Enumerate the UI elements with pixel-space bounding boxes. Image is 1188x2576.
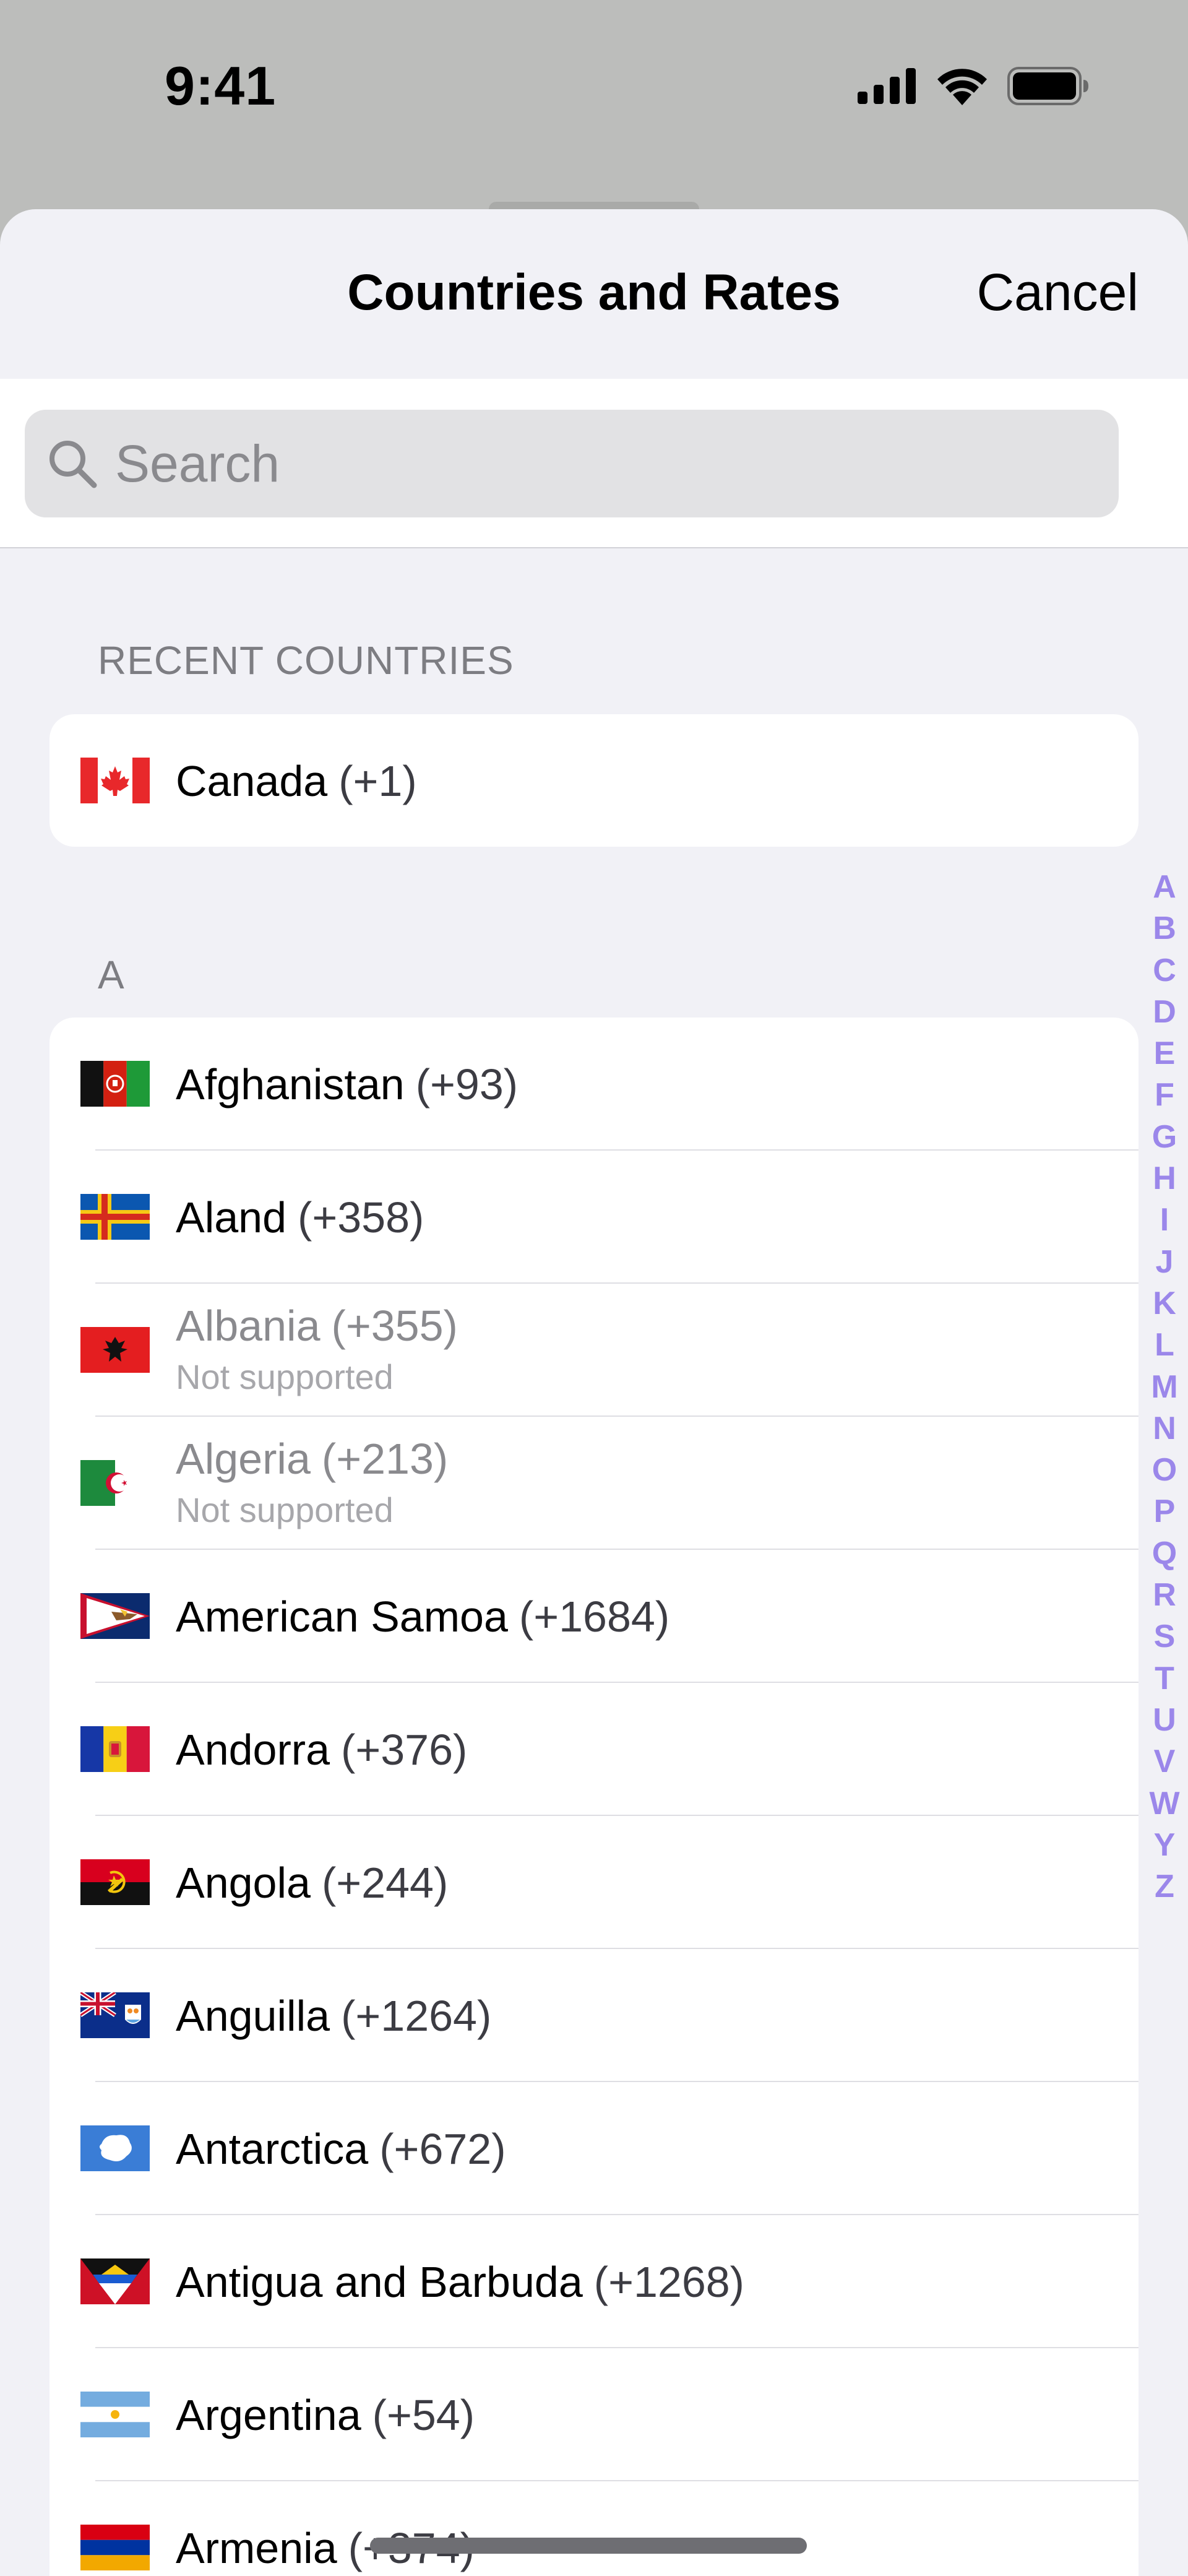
country-name: Antarctica bbox=[176, 2124, 369, 2173]
country-name: Andorra bbox=[176, 1725, 330, 1774]
nav-bar: Countries and Rates Cancel bbox=[0, 209, 1188, 379]
country-code: (+244) bbox=[321, 1858, 449, 1907]
status-bar: 9:41 bbox=[0, 0, 1188, 186]
index-letter-t[interactable]: T bbox=[1155, 1658, 1174, 1700]
country-name: Antigua and Barbuda bbox=[176, 2257, 583, 2306]
country-name: Canada bbox=[176, 756, 328, 805]
algeria-flag-icon bbox=[80, 1460, 150, 1506]
search-input[interactable] bbox=[114, 433, 1044, 495]
canada-flag-icon bbox=[80, 758, 150, 803]
list-item[interactable]: Albania (+355) Not supported bbox=[50, 1284, 1138, 1417]
country-code: (+1684) bbox=[519, 1592, 670, 1641]
index-letter-k[interactable]: K bbox=[1153, 1283, 1176, 1325]
index-letter-g[interactable]: G bbox=[1152, 1117, 1177, 1158]
index-letter-w[interactable]: W bbox=[1149, 1783, 1179, 1825]
country-name: Anguilla bbox=[176, 1991, 330, 2040]
country-code: (+1) bbox=[338, 756, 417, 805]
search-field[interactable] bbox=[25, 410, 1119, 517]
index-letter-a[interactable]: A bbox=[1153, 867, 1176, 908]
country-name: Aland bbox=[176, 1193, 287, 1242]
index-letter-i[interactable]: I bbox=[1160, 1199, 1169, 1241]
country-code: (+54) bbox=[372, 2390, 475, 2439]
country-code: (+376) bbox=[341, 1725, 468, 1774]
status-time: 9:41 bbox=[165, 55, 277, 116]
search-section bbox=[0, 379, 1188, 548]
index-letter-v[interactable]: V bbox=[1154, 1741, 1176, 1783]
country-name: Armenia bbox=[176, 2523, 337, 2572]
country-code: (+358) bbox=[298, 1193, 424, 1242]
list-item[interactable]: Angola (+244) bbox=[50, 1816, 1138, 1949]
recent-countries-list: Canada (+1) bbox=[50, 714, 1138, 847]
cancel-button[interactable]: Cancel bbox=[977, 262, 1138, 322]
index-letter-y[interactable]: Y bbox=[1154, 1825, 1176, 1866]
albania-flag-icon bbox=[80, 1327, 150, 1373]
index-letter-z[interactable]: Z bbox=[1155, 1866, 1174, 1908]
country-name: American Samoa bbox=[176, 1592, 508, 1641]
index-letter-n[interactable]: N bbox=[1153, 1408, 1176, 1450]
list-item[interactable]: Armenia (+374) bbox=[50, 2481, 1138, 2576]
antarctica-flag-icon bbox=[80, 2125, 150, 2171]
list-item[interactable]: Algeria (+213) Not supported bbox=[50, 1417, 1138, 1550]
search-icon bbox=[50, 441, 97, 488]
index-letter-s[interactable]: S bbox=[1154, 1616, 1176, 1658]
aland-flag-icon bbox=[80, 1194, 150, 1240]
afghanistan-flag-icon bbox=[80, 1061, 150, 1107]
section-header-recent: RECENT COUNTRIES bbox=[98, 638, 514, 683]
country-name: Algeria bbox=[176, 1435, 311, 1483]
index-letter-j[interactable]: J bbox=[1156, 1242, 1174, 1283]
index-letter-e[interactable]: E bbox=[1154, 1033, 1176, 1074]
battery-icon bbox=[1007, 67, 1088, 105]
section-header-a: A bbox=[98, 953, 125, 997]
index-letter-r[interactable]: R bbox=[1153, 1575, 1176, 1616]
index-letter-m[interactable]: M bbox=[1151, 1367, 1177, 1408]
american-samoa-flag-icon bbox=[80, 1593, 150, 1639]
countries-sheet: Countries and Rates Cancel RECENT COUNTR… bbox=[0, 209, 1188, 2576]
index-letter-f[interactable]: F bbox=[1155, 1074, 1174, 1116]
country-code: (+213) bbox=[321, 1435, 449, 1483]
index-letter-p[interactable]: P bbox=[1154, 1491, 1176, 1532]
andorra-flag-icon bbox=[80, 1726, 150, 1772]
not-supported-label: Not supported bbox=[176, 1490, 394, 1529]
list-item[interactable]: Afghanistan (+93) bbox=[50, 1018, 1138, 1151]
alphabet-index[interactable]: ABCDEFGHIJKLMNOPQRSTUVWYZ bbox=[1141, 867, 1188, 1908]
country-name: Argentina bbox=[176, 2390, 361, 2439]
list-item[interactable]: Aland (+358) bbox=[50, 1151, 1138, 1284]
status-icons bbox=[858, 64, 1089, 108]
country-list: Afghanistan (+93) Aland (+358) Albania (… bbox=[50, 1018, 1138, 2576]
country-code: (+93) bbox=[415, 1060, 519, 1109]
home-indicator[interactable] bbox=[370, 2538, 807, 2554]
list-item[interactable]: Andorra (+376) bbox=[50, 1683, 1138, 1816]
argentina-flag-icon bbox=[80, 2392, 150, 2437]
cellular-signal-icon bbox=[858, 68, 916, 104]
index-letter-l[interactable]: L bbox=[1155, 1325, 1174, 1366]
index-letter-d[interactable]: D bbox=[1153, 992, 1176, 1033]
wifi-icon bbox=[937, 69, 987, 105]
list-item[interactable]: American Samoa (+1684) bbox=[50, 1550, 1138, 1683]
not-supported-label: Not supported bbox=[176, 1357, 394, 1396]
index-letter-c[interactable]: C bbox=[1153, 950, 1176, 992]
index-letter-o[interactable]: O bbox=[1152, 1450, 1177, 1491]
country-code: (+672) bbox=[379, 2124, 506, 2173]
index-letter-h[interactable]: H bbox=[1153, 1158, 1176, 1199]
antigua-and-barbuda-flag-icon bbox=[80, 2258, 150, 2304]
index-letter-u[interactable]: U bbox=[1153, 1700, 1176, 1741]
country-name: Angola bbox=[176, 1858, 311, 1907]
list-item[interactable]: Argentina (+54) bbox=[50, 2348, 1138, 2481]
armenia-flag-icon bbox=[80, 2525, 150, 2570]
anguilla-flag-icon bbox=[80, 1992, 150, 2038]
angola-flag-icon bbox=[80, 1859, 150, 1905]
index-letter-b[interactable]: B bbox=[1153, 908, 1176, 949]
country-code: (+1268) bbox=[593, 2257, 744, 2306]
list-item[interactable]: Canada (+1) bbox=[50, 714, 1138, 847]
country-code: (+1264) bbox=[341, 1991, 492, 2040]
list-item[interactable]: Antarctica (+672) bbox=[50, 2082, 1138, 2215]
country-code: (+355) bbox=[331, 1302, 458, 1350]
country-name: Albania bbox=[176, 1302, 321, 1350]
index-letter-q[interactable]: Q bbox=[1152, 1533, 1177, 1575]
list-item[interactable]: Anguilla (+1264) bbox=[50, 1949, 1138, 2082]
country-name: Afghanistan bbox=[176, 1060, 405, 1109]
list-item[interactable]: Antigua and Barbuda (+1268) bbox=[50, 2215, 1138, 2348]
